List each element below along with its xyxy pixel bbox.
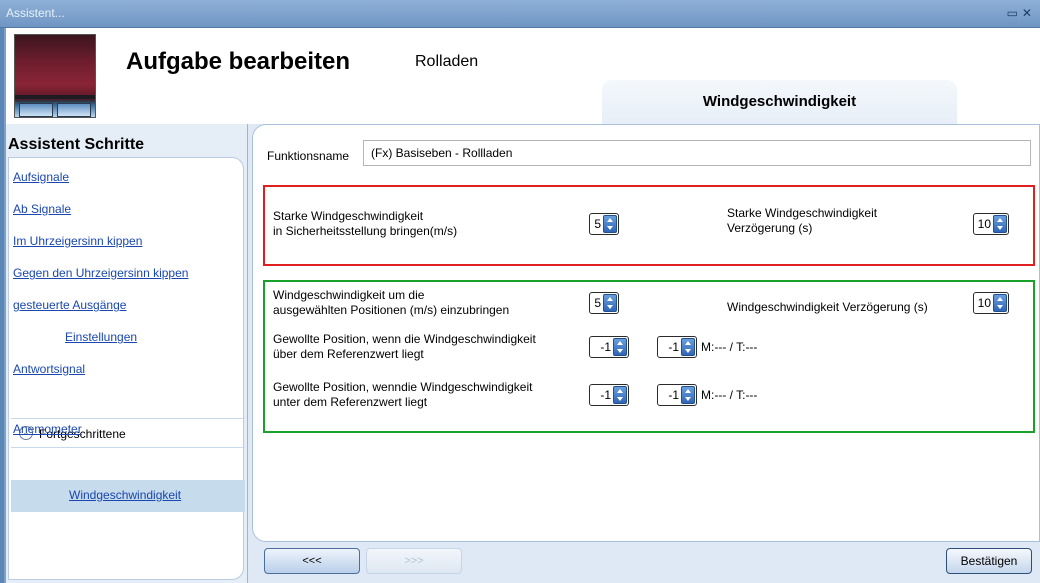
sidebar-item-ab-signale[interactable]: Ab Signale (13, 202, 71, 216)
assistant-window: Aufgabe bearbeiten Rolladen Windgeschwin… (4, 28, 1040, 583)
sidebar-item-anemometer[interactable]: Anemometer (13, 422, 82, 436)
spin-arrows-icon[interactable] (681, 338, 695, 356)
below-position-stepper-2[interactable]: -1 (657, 384, 697, 406)
sidebar-item-aufsignale[interactable]: Aufsignale (13, 170, 69, 184)
page-title: Aufgabe bearbeiten (126, 48, 351, 75)
sidebar-heading: Assistent Schritte (8, 136, 145, 153)
strong-wind-group: Starke Windgeschwindigkeit in Sicherheit… (263, 185, 1035, 266)
above-position-stepper-1[interactable]: -1 (589, 336, 629, 358)
strong-wind-delay-label: Starke Windgeschwindigkeit Verzögerung (… (727, 206, 878, 235)
window-title: Assistent... (6, 6, 65, 20)
below-position-label: Gewollte Position, wenndie Windgeschwind… (273, 380, 533, 409)
spin-arrows-icon[interactable] (993, 215, 1007, 233)
position-wind-group: Windgeschwindigkeit um die ausgewählten … (263, 280, 1035, 433)
below-position-stepper-1[interactable]: -1 (589, 384, 629, 406)
above-position-stepper-2[interactable]: -1 (657, 336, 697, 358)
spin-arrows-icon[interactable] (603, 215, 617, 233)
sidebar-item-antwortsignal[interactable]: Antwortsignal (13, 362, 85, 376)
next-button[interactable]: >>> (366, 548, 462, 574)
sidebar-item-einstellungen[interactable]: Einstellungen (65, 330, 137, 344)
below-position-mt: M:--- / T:--- (701, 388, 758, 402)
strong-wind-label: Starke Windgeschwindigkeit in Sicherheit… (273, 209, 458, 238)
sidebar-steps-panel: Aufsignale Ab Signale Im Uhrzeigersinn k… (8, 157, 245, 580)
sidebar-item-windgeschwindigkeit[interactable]: Windgeschwindigkeit (69, 488, 181, 502)
page-subtitle: Rolladen (415, 53, 479, 70)
spin-arrows-icon[interactable] (603, 294, 617, 312)
position-wind-label: Windgeschwindigkeit um die ausgewählten … (273, 288, 510, 317)
spin-arrows-icon[interactable] (993, 294, 1007, 312)
wind-delay-label: Windgeschwindigkeit Verzögerung (s) (727, 300, 928, 314)
main-content: Funktionsname (Fx) Basiseben - Rollladen… (252, 124, 1040, 583)
form-panel: Funktionsname (Fx) Basiseben - Rollladen… (252, 124, 1040, 542)
window-controls[interactable]: ▭✕ (1007, 6, 1036, 20)
strong-wind-delay-stepper[interactable]: 10 (973, 213, 1009, 235)
position-wind-stepper[interactable]: 5 (589, 292, 619, 314)
spin-arrows-icon[interactable] (613, 338, 627, 356)
header: Aufgabe bearbeiten Rolladen Windgeschwin… (6, 28, 1040, 124)
sidebar-item-gesteuerte-ausgaenge[interactable]: gesteuerte Ausgänge (13, 298, 126, 312)
window-titlebar: Assistent... ▭✕ (0, 0, 1040, 28)
above-position-mt: M:--- / T:--- (701, 340, 758, 354)
function-name-label: Funktionsname (267, 149, 350, 163)
confirm-button[interactable]: Bestätigen (946, 548, 1032, 574)
sidebar-item-gegen-uhrzeigersinn[interactable]: Gegen den Uhrzeigersinn kippen (13, 266, 188, 280)
sidebar-item-uhrzeigersinn[interactable]: Im Uhrzeigersinn kippen (13, 234, 142, 248)
wind-delay-stepper[interactable]: 10 (973, 292, 1009, 314)
sidebar-item-selected[interactable]: Windgeschwindigkeit (11, 480, 245, 512)
sidebar: Assistent Schritte Aufsignale Ab Signale… (6, 124, 248, 583)
previous-button[interactable]: <<< (264, 548, 360, 574)
above-position-label: Gewollte Position, wenn die Windgeschwin… (273, 332, 536, 361)
spin-arrows-icon[interactable] (613, 386, 627, 404)
roller-shutter-icon (14, 34, 96, 118)
function-name-field[interactable]: (Fx) Basiseben - Rollladen (363, 140, 1031, 166)
strong-wind-stepper[interactable]: 5 (589, 213, 619, 235)
spin-arrows-icon[interactable] (681, 386, 695, 404)
tab-windgeschwindigkeit[interactable]: Windgeschwindigkeit (602, 80, 957, 124)
